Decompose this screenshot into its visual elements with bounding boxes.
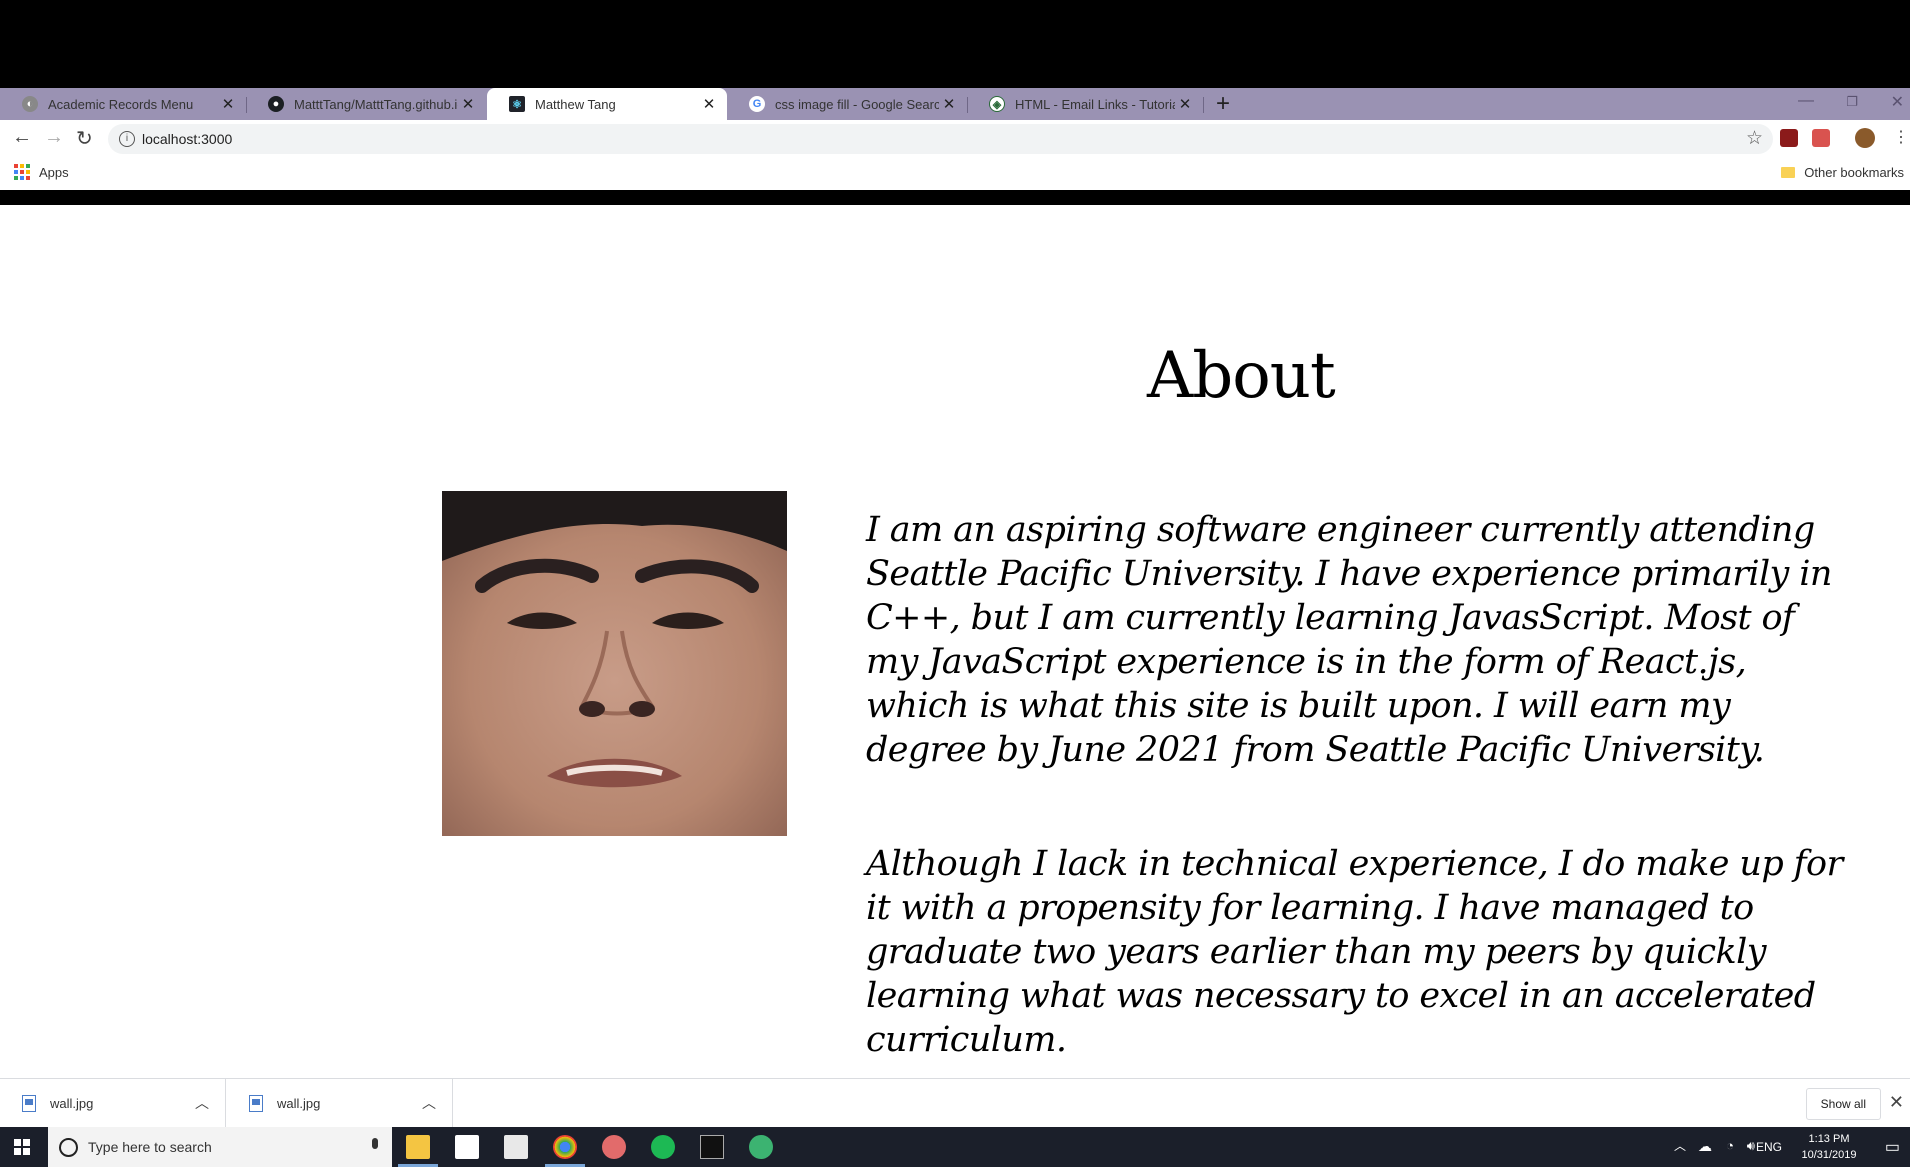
tab-google-search[interactable]: G css image fill - Google Search ✕ <box>727 88 967 120</box>
address-bar[interactable]: i localhost:3000 ☆ <box>108 124 1773 154</box>
chrome-icon[interactable] <box>553 1135 577 1159</box>
other-bookmarks[interactable]: Other bookmarks <box>1781 165 1904 180</box>
reload-icon[interactable]: ↻ <box>76 126 93 151</box>
mail-icon[interactable] <box>504 1135 528 1159</box>
bookmark-star-icon[interactable]: ☆ <box>1746 127 1763 150</box>
store-icon[interactable] <box>455 1135 479 1159</box>
cortana-icon <box>59 1138 78 1157</box>
tab-title: Matthew Tang <box>535 96 616 112</box>
tutorialspoint-icon: ◈ <box>989 96 1005 112</box>
close-tab-icon[interactable]: ✕ <box>218 95 238 113</box>
chevron-up-icon[interactable]: ︿ <box>1674 1137 1686 1154</box>
file-explorer-icon[interactable] <box>406 1135 430 1159</box>
about-paragraph: Although I lack in technical experience,… <box>866 844 1843 1060</box>
apps-grid-icon <box>14 164 30 180</box>
close-tab-icon[interactable]: ✕ <box>699 95 719 113</box>
react-icon: ⚛ <box>509 96 525 112</box>
windows-start-icon[interactable] <box>14 1139 30 1155</box>
close-window-icon[interactable]: ✕ <box>1891 92 1904 112</box>
tab-title: Academic Records Menu <box>48 96 194 112</box>
language-indicator[interactable]: ENG <box>1756 1140 1782 1154</box>
other-bookmarks-label: Other bookmarks <box>1804 165 1904 180</box>
globe-icon: ◐ <box>22 96 38 112</box>
portrait-photo <box>442 491 787 836</box>
restore-icon[interactable]: ❐ <box>1846 94 1858 110</box>
spotify-icon[interactable] <box>651 1135 675 1159</box>
info-icon[interactable]: i <box>119 131 135 147</box>
github-icon: ● <box>268 96 284 112</box>
browser-toolbar: ← → ↻ i localhost:3000 ☆ ⋮ <box>0 120 1910 158</box>
downloads-bar: wall.jpg ︿ wall.jpg ︿ Show all ✕ <box>0 1078 1910 1127</box>
search-placeholder: Type here to search <box>88 1139 212 1155</box>
image-file-icon <box>22 1094 36 1112</box>
close-tab-icon[interactable]: ✕ <box>1175 95 1195 113</box>
clock-date: 10/31/2019 <box>1801 1149 1857 1161</box>
download-filename: wall.jpg <box>50 1095 94 1111</box>
chevron-up-icon[interactable]: ︿ <box>422 1093 436 1113</box>
snipping-icon[interactable] <box>602 1135 626 1159</box>
tab-academic-records[interactable]: ◐ Academic Records Menu ✕ <box>0 88 246 120</box>
show-all-button[interactable]: Show all <box>1805 1088 1881 1120</box>
forward-icon[interactable]: → <box>44 126 64 149</box>
minimize-icon[interactable]: — <box>1798 92 1814 110</box>
volume-icon[interactable]: 🔊︎ <box>1747 1138 1755 1154</box>
image-file-icon <box>249 1094 263 1112</box>
close-tab-icon[interactable]: ✕ <box>939 95 959 113</box>
new-tab-button[interactable]: + <box>1216 90 1230 118</box>
wifi-icon[interactable]: ◔ <box>1726 1138 1734 1153</box>
about-paragraph: I am an aspiring software engineer curre… <box>866 510 1832 770</box>
tab-title: MatttTang/MatttTang.github.io <box>294 96 458 112</box>
google-icon: G <box>749 96 765 112</box>
chevron-up-icon[interactable]: ︿ <box>195 1093 209 1113</box>
apps-bookmark[interactable]: Apps <box>14 164 69 180</box>
apps-label: Apps <box>39 164 69 180</box>
tab-github[interactable]: ● MatttTang/MatttTang.github.io ✕ <box>246 88 486 120</box>
onedrive-icon[interactable]: ☁ <box>1698 1138 1712 1155</box>
tab-strip: ◐ Academic Records Menu ✕ ● MatttTang/Ma… <box>0 88 1910 120</box>
ublock-icon[interactable] <box>1780 129 1798 147</box>
download-item[interactable]: wall.jpg ︿ <box>0 1079 226 1127</box>
clock-time: 1:13 PM <box>1808 1133 1850 1145</box>
bookmarks-bar: Apps Other bookmarks <box>0 158 1910 190</box>
windows-taskbar: Type here to search ︿ ☁ ◔ 🔊︎ ENG 1:13 PM… <box>0 1127 1910 1167</box>
download-filename: wall.jpg <box>277 1095 321 1111</box>
tab-matthew-tang[interactable]: ⚛ Matthew Tang ✕ <box>487 88 727 120</box>
url-text[interactable]: localhost:3000 <box>142 131 232 147</box>
tab-title: HTML - Email Links - Tutorialspoi <box>1015 96 1175 112</box>
tab-divider <box>1203 97 1204 113</box>
menu-icon[interactable]: ⋮ <box>1893 127 1909 147</box>
taskbar-search-input[interactable]: Type here to search <box>48 1127 392 1167</box>
app-icon[interactable] <box>749 1135 773 1159</box>
folder-icon <box>1781 167 1796 178</box>
tab-tutorialspoint[interactable]: ◈ HTML - Email Links - Tutorialspoi ✕ <box>967 88 1203 120</box>
page-viewport: About I am an aspiring software engineer <box>0 205 1910 1078</box>
microphone-icon[interactable] <box>372 1138 378 1149</box>
download-item[interactable]: wall.jpg ︿ <box>227 1079 453 1127</box>
close-icon[interactable]: ✕ <box>1889 1092 1904 1113</box>
tab-title: css image fill - Google Search <box>775 96 939 112</box>
terminal-icon[interactable] <box>700 1135 724 1159</box>
avatar[interactable] <box>1855 128 1875 148</box>
close-tab-icon[interactable]: ✕ <box>458 95 478 113</box>
notifications-icon[interactable]: ▭ <box>1885 1137 1900 1157</box>
clock[interactable]: 1:13 PM 10/31/2019 <box>1794 1131 1864 1163</box>
back-icon[interactable]: ← <box>12 126 32 149</box>
extension-icon[interactable] <box>1812 129 1830 147</box>
page-title: About <box>1147 339 1336 413</box>
